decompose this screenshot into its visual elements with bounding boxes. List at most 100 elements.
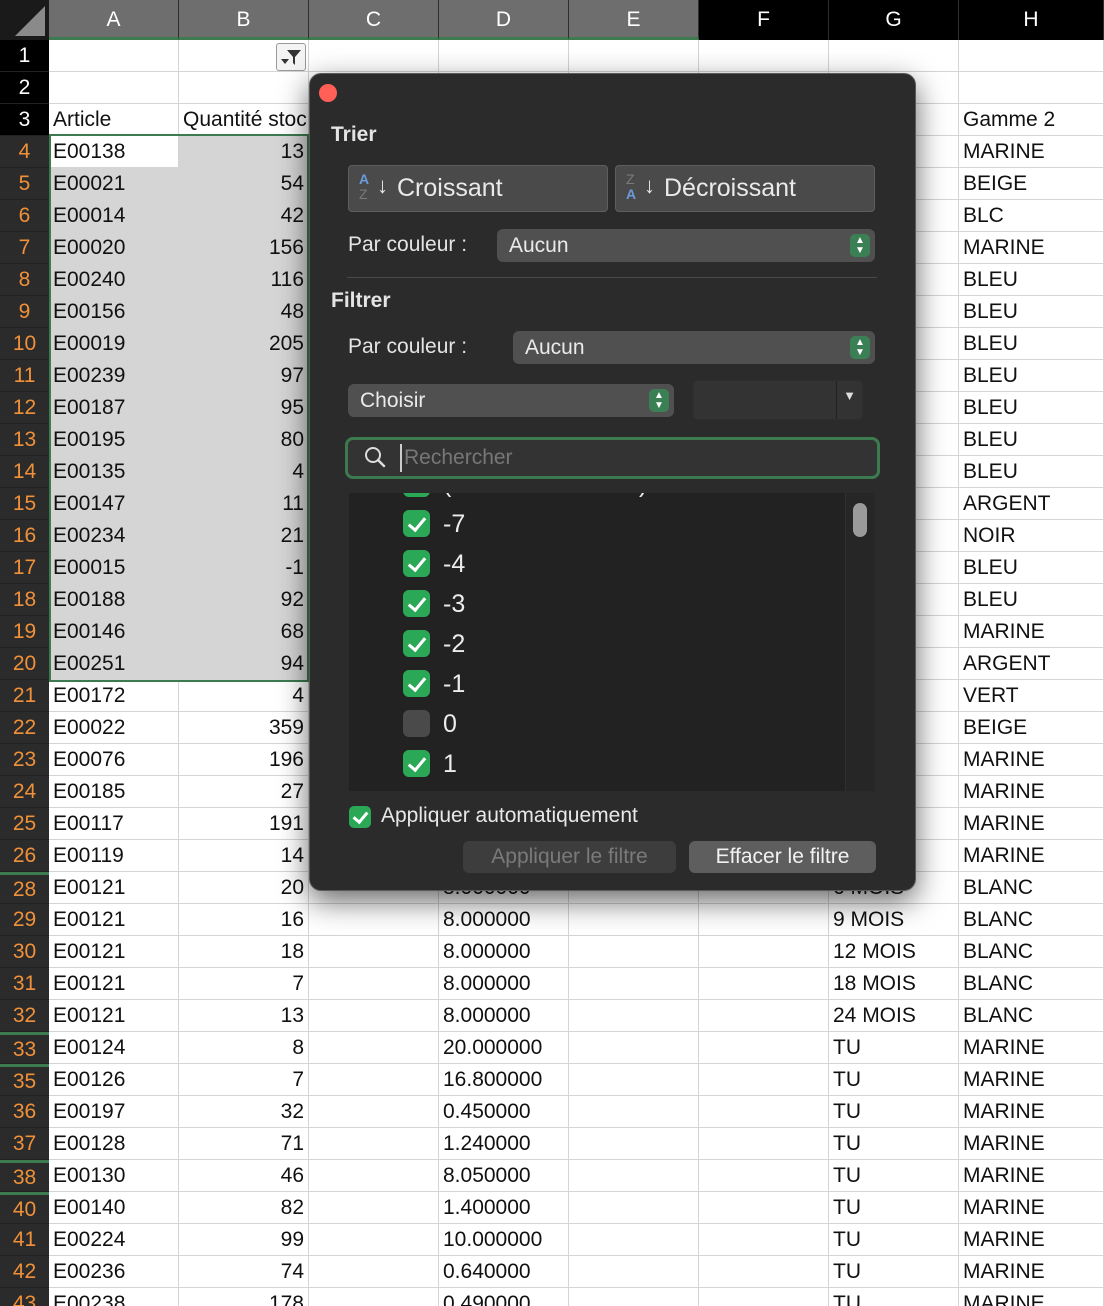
cell-h[interactable]: BLC (959, 200, 1104, 232)
cell-c[interactable] (309, 1064, 439, 1096)
cell-d[interactable]: 8.000000 (439, 904, 569, 936)
cell-h[interactable]: ARGENT (959, 648, 1104, 680)
row-header[interactable]: 12 (0, 392, 49, 424)
row-header[interactable]: 28 (0, 872, 49, 904)
cell-b[interactable]: 196 (179, 744, 309, 776)
cell-c[interactable] (309, 968, 439, 1000)
column-header-d[interactable]: D (439, 0, 569, 40)
cell-g[interactable]: TU (829, 1256, 959, 1288)
cell-f[interactable] (699, 904, 829, 936)
cell-b[interactable]: 359 (179, 712, 309, 744)
row-header[interactable]: 35 (0, 1064, 49, 1096)
column-header-e[interactable]: E (569, 0, 699, 40)
cell-b[interactable]: 178 (179, 1288, 309, 1306)
cell-f[interactable] (699, 1256, 829, 1288)
cell-c[interactable] (309, 1192, 439, 1224)
cell-a[interactable]: E00119 (49, 840, 179, 872)
row-header[interactable]: 6 (0, 200, 49, 232)
cell-c[interactable] (309, 1128, 439, 1160)
cell-b[interactable]: 80 (179, 424, 309, 456)
cell-d[interactable]: 0.450000 (439, 1096, 569, 1128)
cell-g[interactable]: TU (829, 1064, 959, 1096)
cell-a[interactable]: E00121 (49, 904, 179, 936)
cell-a[interactable]: E00224 (49, 1224, 179, 1256)
cell-e[interactable] (569, 1256, 699, 1288)
cell-a[interactable]: E00121 (49, 936, 179, 968)
cell-g[interactable]: TU (829, 1160, 959, 1192)
row-header[interactable]: 19 (0, 616, 49, 648)
cell-h[interactable]: MARINE (959, 1032, 1104, 1064)
cell-h[interactable]: BLEU (959, 264, 1104, 296)
cell-a[interactable]: E00128 (49, 1128, 179, 1160)
cell-d[interactable]: 8.050000 (439, 1160, 569, 1192)
cell-b[interactable]: 116 (179, 264, 309, 296)
cell-h[interactable]: ARGENT (959, 488, 1104, 520)
cell-g[interactable]: TU (829, 1128, 959, 1160)
cell-b[interactable]: -1 (179, 552, 309, 584)
cell-f[interactable] (699, 1224, 829, 1256)
cell-g[interactable]: 24 MOIS (829, 1000, 959, 1032)
filter-value-combobox[interactable]: ▼ (693, 380, 863, 420)
cell-h[interactable]: BEIGE (959, 168, 1104, 200)
cell-a[interactable]: E00124 (49, 1032, 179, 1064)
cell-b[interactable]: 20 (179, 872, 309, 904)
cell-a[interactable]: E00238 (49, 1288, 179, 1306)
row-header[interactable]: 18 (0, 584, 49, 616)
cell-h[interactable]: MARINE (959, 776, 1104, 808)
cell-e[interactable] (569, 1224, 699, 1256)
cell-a[interactable]: E00187 (49, 392, 179, 424)
cell-a[interactable]: E00022 (49, 712, 179, 744)
cell-b[interactable]: 14 (179, 840, 309, 872)
row-header[interactable]: 32 (0, 1000, 49, 1032)
cell-b[interactable]: 94 (179, 648, 309, 680)
cell-d[interactable]: 8.000000 (439, 1000, 569, 1032)
row-header[interactable]: 30 (0, 936, 49, 968)
filter-value-checkbox[interactable] (403, 550, 430, 577)
cell-c[interactable] (309, 1224, 439, 1256)
cell-b[interactable]: 13 (179, 1000, 309, 1032)
cell-a[interactable]: E00076 (49, 744, 179, 776)
cell-d[interactable]: 1.400000 (439, 1192, 569, 1224)
select-all-corner[interactable] (0, 0, 49, 40)
filter-value-checkbox[interactable] (403, 710, 430, 737)
scrollbar-thumb[interactable] (853, 503, 867, 537)
cell-a[interactable]: E00126 (49, 1064, 179, 1096)
cell-b[interactable]: 8 (179, 1032, 309, 1064)
cell-g[interactable]: 12 MOIS (829, 936, 959, 968)
cell-b[interactable]: 71 (179, 1128, 309, 1160)
cell-e[interactable] (569, 40, 699, 72)
cell-a[interactable]: E00121 (49, 968, 179, 1000)
cell-c[interactable] (309, 1000, 439, 1032)
cell-h[interactable]: MARINE (959, 136, 1104, 168)
search-box[interactable] (345, 437, 880, 479)
cell-b[interactable]: 13 (179, 136, 309, 168)
cell-e[interactable] (569, 1160, 699, 1192)
cell-f[interactable] (699, 40, 829, 72)
row-header[interactable]: 42 (0, 1256, 49, 1288)
cell-c[interactable] (309, 1288, 439, 1306)
cell-e[interactable] (569, 1064, 699, 1096)
cell-c[interactable] (309, 1096, 439, 1128)
cell-h[interactable]: MARINE (959, 1128, 1104, 1160)
row-header[interactable]: 33 (0, 1032, 49, 1064)
cell-b[interactable]: 156 (179, 232, 309, 264)
column-header-h[interactable]: H (959, 0, 1104, 40)
cell-e[interactable] (569, 1288, 699, 1306)
cell-g[interactable]: TU (829, 1096, 959, 1128)
cell-a[interactable]: E00188 (49, 584, 179, 616)
cell-d[interactable] (439, 40, 569, 72)
cell-h[interactable] (959, 40, 1104, 72)
cell-d[interactable]: 0.640000 (439, 1256, 569, 1288)
cell-d[interactable]: 10.000000 (439, 1224, 569, 1256)
cell-a[interactable]: E00147 (49, 488, 179, 520)
row-header[interactable]: 3 (0, 104, 49, 136)
row-header[interactable]: 10 (0, 328, 49, 360)
cell-g[interactable]: TU (829, 1192, 959, 1224)
cell-h[interactable]: MARINE (959, 1192, 1104, 1224)
cell-b[interactable]: 74 (179, 1256, 309, 1288)
filter-value-checkbox[interactable] (403, 670, 430, 697)
cell-a[interactable]: Article (49, 104, 179, 136)
cell-c[interactable] (309, 1256, 439, 1288)
cell-a[interactable]: E00121 (49, 1000, 179, 1032)
cell-e[interactable] (569, 1128, 699, 1160)
